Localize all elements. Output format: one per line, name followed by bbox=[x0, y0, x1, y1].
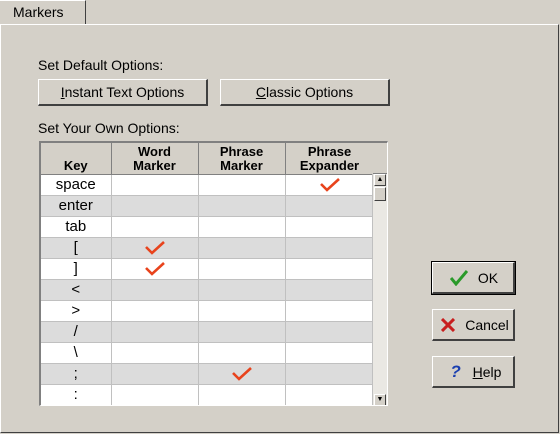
cancel-button[interactable]: Cancel bbox=[432, 309, 515, 341]
checkmark-icon bbox=[144, 241, 165, 255]
phrase-expander-cell[interactable] bbox=[285, 237, 375, 259]
tab-markers-label: Markers bbox=[13, 4, 64, 20]
column-header-line2: Marker bbox=[133, 157, 176, 173]
column-header-line1: Phrase bbox=[307, 143, 352, 159]
key-cell: \ bbox=[41, 342, 112, 364]
phrase-expander-cell[interactable] bbox=[285, 258, 375, 280]
header-scroll-corner bbox=[373, 143, 387, 174]
phrase-expander-cell[interactable] bbox=[285, 279, 375, 301]
word-marker-cell[interactable] bbox=[111, 384, 199, 405]
classic-options-label: Classic Options bbox=[255, 84, 354, 100]
column-header-line2: Marker bbox=[220, 157, 263, 173]
table-header-row: Key Word Marker Phrase Marker Phrase Expander bbox=[41, 143, 375, 175]
key-cell: : bbox=[41, 384, 112, 405]
phrase-marker-cell[interactable] bbox=[198, 258, 286, 280]
phrase-expander-cell[interactable] bbox=[285, 342, 375, 364]
key-cell: tab bbox=[41, 216, 112, 238]
instant-text-options-label: Instant Text Options bbox=[60, 84, 185, 100]
checkmark-icon bbox=[319, 178, 340, 192]
table-row: : bbox=[41, 384, 375, 405]
phrase-expander-cell[interactable] bbox=[285, 363, 375, 385]
key-cell: space bbox=[41, 174, 112, 196]
word-marker-cell[interactable] bbox=[111, 237, 199, 259]
phrase-expander-cell[interactable] bbox=[285, 384, 375, 405]
instant-text-options-button[interactable]: Instant Text Options bbox=[38, 79, 208, 106]
phrase-expander-cell[interactable] bbox=[285, 321, 375, 343]
phrase-marker-cell[interactable] bbox=[198, 384, 286, 405]
own-options-label: Set Your Own Options: bbox=[38, 120, 180, 136]
phrase-marker-cell[interactable] bbox=[198, 195, 286, 217]
phrase-marker-cell[interactable] bbox=[198, 174, 286, 196]
scroll-up-arrow-icon[interactable]: ▲ bbox=[374, 174, 386, 186]
table-row: ] bbox=[41, 258, 375, 280]
table-row: enter bbox=[41, 195, 375, 217]
table-row: > bbox=[41, 300, 375, 322]
word-marker-cell[interactable] bbox=[111, 258, 199, 280]
column-header: Word Marker bbox=[111, 143, 199, 175]
table-body: space enter tab[] < > / \;: bbox=[41, 174, 375, 405]
key-cell: < bbox=[41, 279, 112, 301]
phrase-marker-cell[interactable] bbox=[198, 237, 286, 259]
default-options-label: Set Default Options: bbox=[38, 57, 164, 73]
scroll-thumb[interactable] bbox=[374, 187, 386, 201]
column-header-line1: Word bbox=[138, 143, 171, 159]
phrase-expander-cell[interactable] bbox=[285, 174, 375, 196]
help-label: Help bbox=[472, 363, 502, 380]
word-marker-cell[interactable] bbox=[111, 321, 199, 343]
column-header: Phrase Marker bbox=[198, 143, 286, 175]
table-row: [ bbox=[41, 237, 375, 259]
blue-question-icon: ? bbox=[450, 361, 461, 381]
key-cell: enter bbox=[41, 195, 112, 217]
word-marker-cell[interactable] bbox=[111, 216, 199, 238]
table-row: < bbox=[41, 279, 375, 301]
scroll-down-arrow-icon[interactable]: ▼ bbox=[374, 394, 386, 405]
column-header-line2: Expander bbox=[299, 157, 360, 173]
help-button[interactable]: ? Help bbox=[432, 356, 515, 388]
phrase-marker-cell[interactable] bbox=[198, 216, 286, 238]
tab-markers[interactable]: Markers bbox=[0, 0, 86, 24]
phrase-marker-cell[interactable] bbox=[198, 363, 286, 385]
table-row: tab bbox=[41, 216, 375, 238]
word-marker-cell[interactable] bbox=[111, 300, 199, 322]
marker-options-table: Key Word Marker Phrase Marker Phrase Expander … bbox=[41, 143, 375, 405]
vertical-scrollbar[interactable]: ▲ ▼ bbox=[372, 174, 387, 405]
word-marker-cell[interactable] bbox=[111, 363, 199, 385]
classic-options-button[interactable]: Classic Options bbox=[220, 79, 390, 106]
phrase-marker-cell[interactable] bbox=[198, 342, 286, 364]
ok-button[interactable]: OK bbox=[431, 261, 516, 295]
phrase-marker-cell[interactable] bbox=[198, 321, 286, 343]
ok-label: OK bbox=[477, 269, 499, 286]
table-row: / bbox=[41, 321, 375, 343]
key-cell: [ bbox=[41, 237, 112, 259]
column-header: Key bbox=[41, 143, 112, 175]
phrase-expander-cell[interactable] bbox=[285, 216, 375, 238]
phrase-expander-cell[interactable] bbox=[285, 300, 375, 322]
table-row: space bbox=[41, 174, 375, 196]
column-header: Phrase Expander bbox=[285, 143, 375, 175]
key-cell: ] bbox=[41, 258, 112, 280]
checkmark-icon bbox=[231, 367, 252, 381]
phrase-expander-cell[interactable] bbox=[285, 195, 375, 217]
table-row: \ bbox=[41, 342, 375, 364]
cancel-label: Cancel bbox=[465, 316, 509, 333]
key-cell: / bbox=[41, 321, 112, 343]
column-header-line2: Key bbox=[63, 157, 88, 173]
key-cell: > bbox=[41, 300, 112, 322]
green-checkmark-icon bbox=[448, 269, 470, 286]
word-marker-cell[interactable] bbox=[111, 279, 199, 301]
marker-options-grid: Key Word Marker Phrase Marker Phrase Expander … bbox=[39, 141, 388, 406]
phrase-marker-cell[interactable] bbox=[198, 300, 286, 322]
word-marker-cell[interactable] bbox=[111, 342, 199, 364]
checkmark-icon bbox=[144, 262, 165, 276]
red-x-icon bbox=[437, 317, 459, 332]
phrase-marker-cell[interactable] bbox=[198, 279, 286, 301]
word-marker-cell[interactable] bbox=[111, 195, 199, 217]
key-cell: ; bbox=[41, 363, 112, 385]
word-marker-cell[interactable] bbox=[111, 174, 199, 196]
table-row: ; bbox=[41, 363, 375, 385]
column-header-line1: Phrase bbox=[219, 143, 264, 159]
